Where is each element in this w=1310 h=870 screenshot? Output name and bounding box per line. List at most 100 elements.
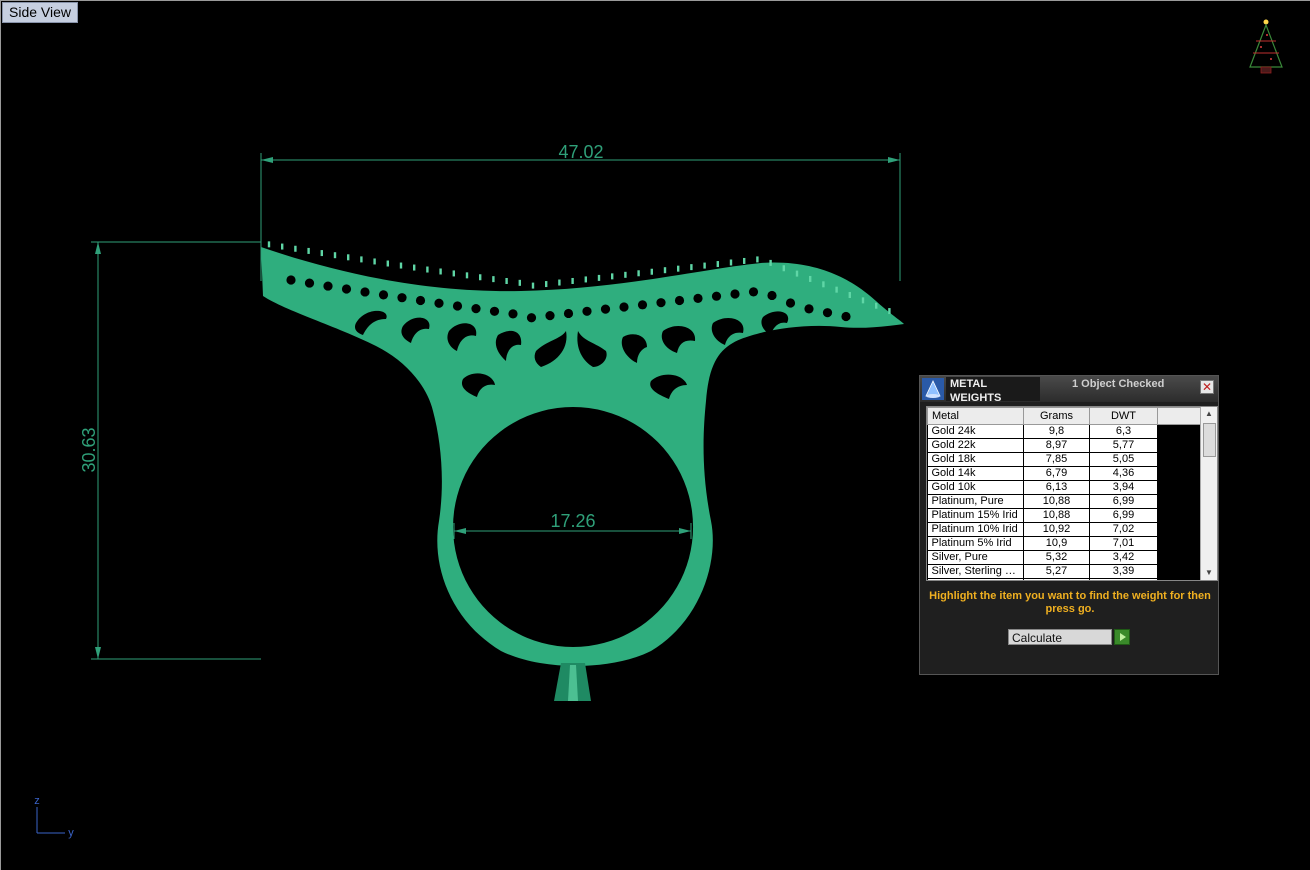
cell-metal[interactable]: Silver, Coin (900) xyxy=(927,578,1024,580)
cell-grams[interactable]: 9,8 xyxy=(1023,424,1090,439)
scroll-thumb[interactable] xyxy=(1203,423,1216,457)
ring-model[interactable] xyxy=(261,241,904,701)
cell-dwt[interactable]: 3,36 xyxy=(1089,578,1158,580)
cell-grams[interactable]: 10,88 xyxy=(1023,494,1090,509)
prong xyxy=(399,262,403,269)
cell-grams[interactable]: 5,32 xyxy=(1023,550,1090,565)
cell-dwt[interactable]: 3,94 xyxy=(1089,480,1158,495)
table-row[interactable]: Gold 18k 7,85 5,05 xyxy=(927,452,1202,467)
prong xyxy=(716,261,719,268)
prong xyxy=(690,264,693,271)
table-row[interactable]: Platinum 5% Irid 10,9 7,01 xyxy=(927,536,1202,551)
dimension-height[interactable] xyxy=(91,241,261,660)
cell-empty xyxy=(1157,578,1202,580)
cell-dwt[interactable]: 4,36 xyxy=(1089,466,1158,481)
prong xyxy=(492,276,495,283)
panel-header[interactable]: METAL WEIGHTS 1 Object Checked ✕ xyxy=(920,376,1218,404)
cell-metal[interactable]: Gold 22k xyxy=(927,438,1024,453)
scroll-down-icon[interactable]: ▼ xyxy=(1201,566,1217,580)
table-row[interactable]: Silver, Coin (900)5,233,36 xyxy=(927,578,1202,580)
metal-weights-logo-icon xyxy=(922,378,944,400)
prong xyxy=(558,279,561,286)
cell-dwt[interactable]: 3,39 xyxy=(1089,564,1158,579)
hole xyxy=(822,308,833,318)
cell-grams[interactable]: 8,97 xyxy=(1023,438,1090,453)
table-row[interactable]: Gold 24k 9,8 6,3 xyxy=(927,424,1202,439)
prong xyxy=(729,259,733,266)
cell-metal[interactable]: Gold 10k xyxy=(927,480,1024,495)
prong xyxy=(782,265,785,272)
hole xyxy=(397,293,407,303)
cell-metal[interactable]: Silver, Pure xyxy=(927,550,1024,565)
cell-metal[interactable]: Gold 24k xyxy=(927,424,1024,439)
cell-grams[interactable]: 10,9 xyxy=(1023,536,1090,551)
prong xyxy=(386,260,389,267)
cell-grams[interactable]: 7,85 xyxy=(1023,452,1090,467)
action-select[interactable]: Calculate xyxy=(1008,629,1112,645)
cell-metal[interactable]: Platinum, Pure xyxy=(927,494,1024,509)
cell-metal[interactable]: Platinum 15% Irid xyxy=(927,508,1024,523)
table-row[interactable]: Silver, Pure 5,32 3,42 xyxy=(927,550,1202,565)
cell-dwt[interactable]: 3,42 xyxy=(1089,550,1158,565)
hole xyxy=(693,293,703,303)
hole xyxy=(563,308,574,319)
table-row[interactable]: Gold 10k 6,13 3,94 xyxy=(927,480,1202,495)
table-row[interactable]: Gold 22k 8,97 5,77 xyxy=(927,438,1202,453)
prong xyxy=(373,258,376,265)
go-button[interactable] xyxy=(1114,629,1130,645)
prong xyxy=(571,277,574,284)
cell-dwt[interactable]: 6,99 xyxy=(1089,494,1158,509)
side-view-viewport[interactable]: Side View 47.02 30.63 17.26 z y METAL WE… xyxy=(0,0,1310,870)
table-row[interactable]: Platinum 10% Irid 10,92 7,02 xyxy=(927,522,1202,537)
prong xyxy=(769,259,772,266)
hole xyxy=(360,287,370,297)
cell-metal[interactable]: Platinum 5% Irid xyxy=(927,536,1024,551)
close-icon[interactable]: ✕ xyxy=(1200,380,1214,394)
cell-metal[interactable]: Platinum 10% Irid xyxy=(927,522,1024,537)
prong xyxy=(848,292,851,299)
column-header-grams[interactable]: Grams xyxy=(1023,407,1090,425)
cell-dwt[interactable]: 6,3 xyxy=(1089,424,1158,439)
dimension-width[interactable] xyxy=(260,153,901,281)
hole xyxy=(748,287,759,297)
hole xyxy=(508,309,518,319)
cell-dwt[interactable]: 5,77 xyxy=(1089,438,1158,453)
hole xyxy=(526,313,537,323)
cell-dwt[interactable]: 5,05 xyxy=(1089,452,1158,467)
table-row[interactable]: Gold 14k 6,79 4,36 xyxy=(927,466,1202,481)
dimension-width-label: 47.02 xyxy=(558,142,603,162)
table-scrollbar[interactable]: ▲ ▼ xyxy=(1200,407,1217,580)
prong xyxy=(861,297,865,304)
cell-grams[interactable]: 6,13 xyxy=(1023,480,1090,495)
cell-metal[interactable]: Gold 18k xyxy=(927,452,1024,467)
table-row[interactable]: Platinum 15% Irid 10,88 6,99 xyxy=(927,508,1202,523)
hole xyxy=(415,295,426,306)
metal-table[interactable]: Metal Grams DWT Gold 24k 9,8 6,3 Gold 22k 8,… xyxy=(926,406,1218,581)
prong xyxy=(320,250,323,257)
cell-metal[interactable]: Gold 14k xyxy=(927,466,1024,481)
prong xyxy=(307,247,310,254)
table-row[interactable]: Silver, Sterling (9... 5,27 3,39 xyxy=(927,564,1202,579)
cell-grams[interactable]: 10,88 xyxy=(1023,508,1090,523)
column-header-metal[interactable]: Metal xyxy=(927,407,1024,425)
panel-title: METAL WEIGHTS xyxy=(946,377,1040,404)
cell-grams[interactable]: 6,79 xyxy=(1023,466,1090,481)
prong xyxy=(835,286,838,293)
scroll-up-icon[interactable]: ▲ xyxy=(1201,407,1217,421)
cell-grams[interactable]: 5,23 xyxy=(1023,578,1090,580)
cell-grams[interactable]: 10,92 xyxy=(1023,522,1090,537)
hole xyxy=(304,278,315,288)
cell-dwt[interactable]: 6,99 xyxy=(1089,508,1158,523)
hole xyxy=(323,281,333,291)
prong xyxy=(650,268,653,275)
column-header-dwt[interactable]: DWT xyxy=(1089,407,1158,425)
prong xyxy=(465,272,469,279)
cell-dwt[interactable]: 7,02 xyxy=(1089,522,1158,537)
cell-metal[interactable]: Silver, Sterling (9... xyxy=(927,564,1024,579)
hole xyxy=(471,304,481,314)
cell-grams[interactable]: 5,27 xyxy=(1023,564,1090,579)
hole xyxy=(841,311,851,322)
table-row[interactable]: Platinum, Pure 10,88 6,99 xyxy=(927,494,1202,509)
cell-dwt[interactable]: 7,01 xyxy=(1089,536,1158,551)
metal-weights-panel[interactable]: METAL WEIGHTS 1 Object Checked ✕ Metal G… xyxy=(919,375,1219,675)
